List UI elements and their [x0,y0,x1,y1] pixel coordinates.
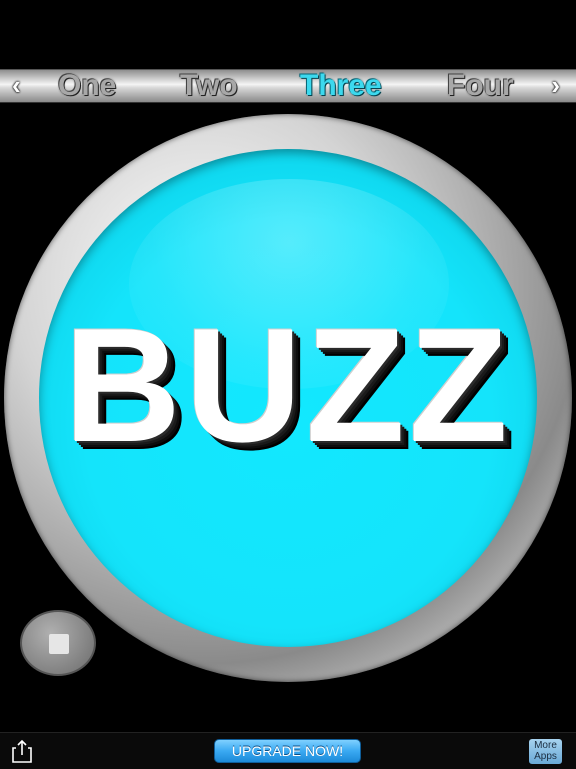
stop-button[interactable] [20,610,96,676]
more-apps-label-line2: Apps [534,751,557,762]
sound-tab-bar: ‹ One Two Three Four › [0,69,576,103]
more-apps-button[interactable]: More Apps [529,739,562,764]
chevron-left-icon[interactable]: ‹ [12,70,21,102]
more-apps-label-line1: More [534,740,557,751]
chevron-right-icon[interactable]: › [551,70,560,102]
stop-icon [49,634,69,654]
share-icon[interactable] [10,738,34,764]
tab-three[interactable]: Three [300,70,382,102]
tab-four[interactable]: Four [447,70,514,102]
tab-one[interactable]: One [58,70,116,102]
bottom-toolbar: UPGRADE NOW! More Apps [0,732,576,769]
upgrade-now-button[interactable]: UPGRADE NOW! [214,739,361,763]
buzz-label[interactable]: BUZZ [0,296,576,476]
tab-two[interactable]: Two [180,70,238,102]
